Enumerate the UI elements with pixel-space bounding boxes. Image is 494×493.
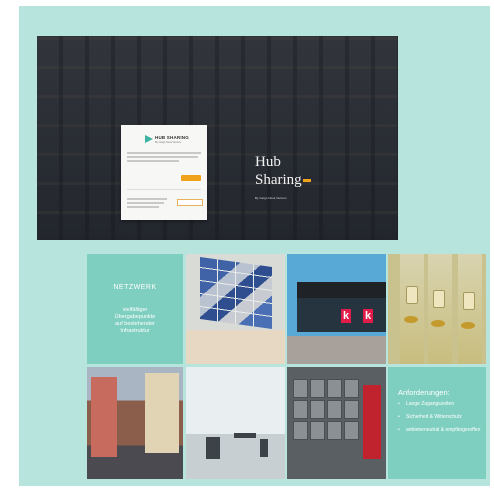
netzwerk-body: vielfältiger Übergabepunkte auf bestehen… [87,307,183,335]
anforderungen-tile: Anforderungen: Lange Zugangszeiten Siche… [388,367,486,479]
locker-door [344,421,359,440]
key-tag [463,292,475,310]
locker-door [327,379,342,398]
login-card-secondary-button[interactable] [177,199,203,206]
gym-equipment [206,437,220,459]
locker-door [327,421,342,440]
kiosk-logo-icon: k [341,309,351,323]
netzwerk-heading: NETZWERK [113,284,157,291]
anforderungen-item: Sicherheit & Witterschutz [396,414,482,420]
hero-title-line1: Hub [255,154,281,170]
anforderungen-list: Lange Zugangszeiten Sicherheit & Witters… [396,401,482,440]
locker-wall [200,256,272,330]
netzwerk-tile: NETZWERK vielfältiger Übergabepunkte auf… [87,254,183,364]
building [91,377,117,457]
knob [431,320,445,327]
netzwerk-line: Übergabepunkte [114,314,156,320]
kiosk-photo: k k [287,254,386,364]
knob [461,322,475,329]
locker-door [310,421,325,440]
red-terminal [363,385,381,459]
login-card-footer-text [127,198,167,210]
login-card-divider [127,189,201,190]
hero-subtitle: By Cargo Nova Ventum [255,196,287,200]
netzwerk-line: auf bestehender [115,321,155,327]
netzwerk-line: Infrastruktur [120,328,150,334]
tag-strip [428,254,452,364]
locker-door [310,400,325,419]
hero-title: Hub Sharing [255,153,311,189]
login-card-brand-sub: By Cargo Nova Ventum [155,141,182,144]
locker-door [293,379,308,398]
login-card-brand: HUB SHARING [155,135,189,140]
netzwerk-line: vielfältiger [122,307,148,313]
key-tag [406,286,418,304]
hero-screenshot: HUB SHARING By Cargo Nova Ventum Hub Sha… [37,36,398,240]
warehouse-background-image [37,36,398,240]
building [145,373,179,453]
parcel-lockers-photo [186,254,285,364]
locker-door [310,379,325,398]
old-town-street-photo [87,367,183,479]
locker-door [344,400,359,419]
anforderungen-item: Lange Zugangszeiten [396,401,482,407]
hero-title-line2: Sharing [255,172,302,188]
gym-equipment [260,439,268,457]
locker-door [293,400,308,419]
hub-sharing-logo-icon [145,135,153,143]
locker-door [327,400,342,419]
anforderungen-heading: Anforderungen: [398,388,450,397]
accent-dot [302,179,311,183]
knob [404,316,418,323]
locker-door [344,379,359,398]
key-tag [433,290,445,308]
anforderungen-item: anbieterneutral & empfängeroffen [396,427,482,433]
pavement [287,336,386,364]
kiosk-logo-icon: k [363,309,373,323]
key-tags-photo [388,254,486,364]
login-card-primary-button[interactable] [181,175,201,181]
login-card-intro-text [127,152,201,164]
tag-strip [400,254,424,364]
login-card: HUB SHARING By Cargo Nova Ventum [121,125,207,220]
gym-bench [234,433,256,438]
locker-door [293,421,308,440]
gym-interior-photo [186,367,285,479]
safe-deposit-lockers-photo [287,367,386,479]
floor [186,330,285,364]
